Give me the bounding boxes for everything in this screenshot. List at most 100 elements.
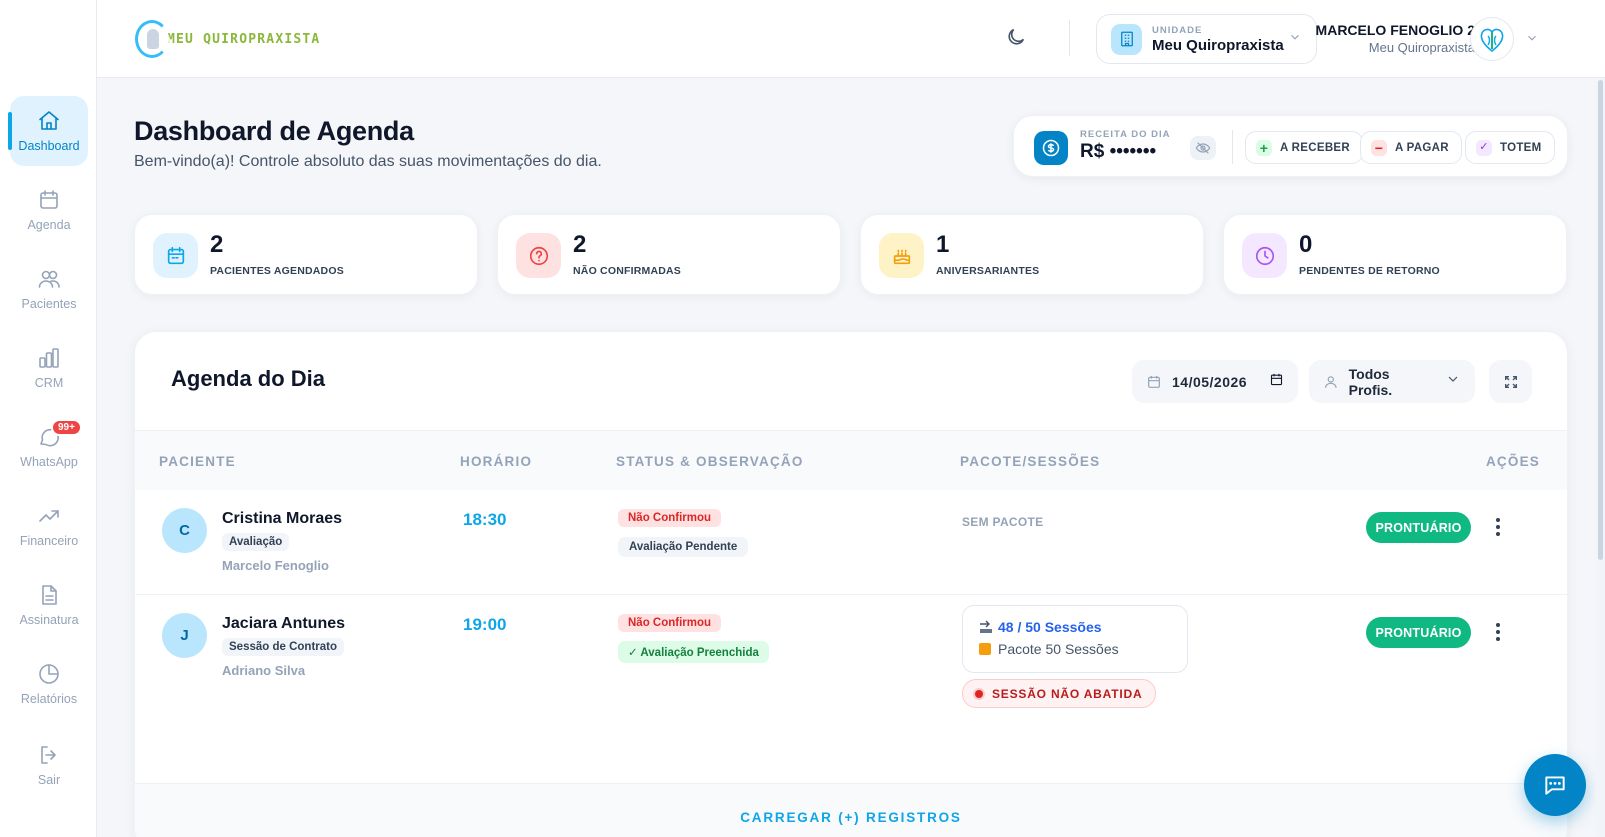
sidebar-item-agenda[interactable]: Agenda — [10, 175, 88, 245]
patient-name[interactable]: Jaciara Antunes — [222, 615, 345, 633]
receive-label: A RECEBER — [1280, 141, 1351, 154]
clock-icon — [1242, 233, 1287, 278]
sidebar-item-relatorios[interactable]: Relatórios — [10, 649, 88, 719]
chevron-down-icon[interactable] — [1525, 31, 1539, 50]
unit-label: UNIDADE — [1152, 24, 1203, 36]
cake-icon — [879, 233, 924, 278]
session-warning-badge: SESSÃO NÃO ABATIDA — [962, 679, 1157, 708]
package-box-icon — [979, 643, 991, 655]
check-circle-icon: ✓ — [1476, 139, 1492, 156]
expand-icon — [1504, 375, 1517, 388]
stat-label: ANIVERSARIANTES — [936, 265, 1040, 277]
column-header-actions: AÇÕES — [1485, 454, 1540, 469]
revenue-label: RECEITA DO DIA — [1080, 129, 1171, 140]
appointment-time: 18:30 — [463, 510, 507, 529]
expand-button[interactable] — [1489, 360, 1532, 403]
professional-name: Adriano Silva — [222, 663, 306, 678]
sidebar-item-pacientes[interactable]: Pacientes — [10, 254, 88, 324]
logout-icon — [41, 746, 56, 764]
stat-label: NÃO CONFIRMADAS — [573, 265, 681, 277]
package-name: Pacote 50 Sessões — [998, 641, 1119, 657]
sidebar-item-label: CRM — [34, 376, 64, 390]
session-warning-label: SESSÃO NÃO ABATIDA — [992, 686, 1143, 701]
table-row[interactable]: J Jaciara Antunes Sessão de Contrato Adr… — [135, 595, 1567, 783]
document-icon — [42, 585, 57, 605]
load-more-button[interactable]: CARREGAR (+) REGISTROS — [135, 810, 1567, 825]
sidebar-item-financeiro[interactable]: Financeiro — [10, 491, 88, 561]
page-title: Dashboard de Agenda — [134, 116, 414, 146]
logo-icon — [135, 20, 169, 58]
building-icon — [1111, 23, 1142, 55]
stat-value: 2 — [573, 231, 587, 258]
chevron-down-icon — [1288, 30, 1302, 49]
avatar[interactable] — [1470, 17, 1514, 61]
calendar-icon — [153, 233, 198, 278]
prontuario-button[interactable]: PRONTUÁRIO — [1366, 512, 1471, 543]
prontuario-button[interactable]: PRONTUÁRIO — [1366, 617, 1471, 648]
date-value: 14/05/2026 — [1172, 373, 1248, 390]
professional-filter[interactable]: Todos Profis. — [1309, 360, 1475, 403]
chat-icon — [1545, 776, 1565, 795]
more-options-icon[interactable] — [1490, 620, 1506, 644]
sidebar-item-sair[interactable]: Sair — [10, 730, 88, 800]
user-icon — [1325, 375, 1337, 388]
unit-selector[interactable]: UNIDADE Meu Quiropraxista — [1096, 14, 1317, 64]
scrollbar-thumb[interactable] — [1598, 80, 1603, 560]
load-more-bar: CARREGAR (+) REGISTROS — [135, 783, 1567, 837]
status-badge: Não Confirmou — [618, 509, 722, 527]
page-subtitle: Bem-vindo(a)! Controle absoluto das suas… — [134, 153, 602, 170]
observation-badge: Avaliação Pendente — [618, 537, 749, 557]
package-card[interactable]: 48 / 50 Sessões Pacote 50 Sessões — [962, 605, 1188, 673]
appointment-type: Avaliação — [222, 533, 290, 551]
pay-button[interactable]: − A PAGAR — [1360, 131, 1462, 164]
unit-name: Meu Quiropraxista — [1152, 36, 1284, 54]
stat-value: 1 — [936, 231, 950, 258]
sidebar-item-dashboard[interactable]: Dashboard — [8, 96, 88, 166]
observation-badge: ✓ Avaliação Preenchida — [618, 641, 769, 663]
stat-card-unconfirmed[interactable]: 2 NÃO CONFIRMADAS — [497, 214, 841, 295]
dark-mode-toggle[interactable] — [1005, 26, 1029, 50]
table-header: PACIENTE HORÁRIO STATUS & OBSERVAÇÃO PAC… — [135, 430, 1567, 490]
professional-filter-value: Todos Profis. — [1348, 365, 1393, 398]
stat-label: PENDENTES DE RETORNO — [1299, 265, 1440, 277]
more-options-icon[interactable] — [1490, 515, 1506, 539]
pie-chart-icon — [39, 664, 59, 684]
spine-logo-icon — [1480, 28, 1504, 53]
sidebar-item-whatsapp[interactable]: WhatsApp 99+ — [10, 412, 88, 482]
sidebar: Dashboard Agenda Pacientes CRM WhatsApp … — [0, 0, 97, 837]
column-header-status: STATUS & OBSERVAÇÃO — [616, 454, 804, 469]
sidebar-item-crm[interactable]: CRM — [10, 333, 88, 403]
appointment-type: Sessão de Contrato — [222, 638, 344, 656]
stat-card-birthdays[interactable]: 1 ANIVERSARIANTES — [860, 214, 1204, 295]
date-picker[interactable]: 14/05/2026 — [1132, 360, 1298, 403]
stat-card-scheduled[interactable]: 2 PACIENTES AGENDADOS — [134, 214, 478, 295]
stat-value: 0 — [1299, 231, 1313, 258]
sidebar-item-label: Dashboard — [18, 139, 80, 153]
totem-button[interactable]: ✓ TOTEM — [1465, 131, 1555, 164]
calendar-picker-icon[interactable] — [1269, 372, 1284, 392]
sidebar-item-label: Relatórios — [20, 692, 78, 706]
patient-name[interactable]: Cristina Moraes — [222, 510, 342, 528]
sidebar-item-label: Assinatura — [19, 613, 79, 627]
user-info[interactable]: MARCELO FENOGLIO 2 Meu Quiropraxista — [1316, 22, 1475, 55]
column-header-package: PACOTE/SESSÕES — [960, 454, 1101, 469]
app-logo[interactable]: MEU QUIROPRAXISTA — [135, 20, 320, 58]
minus-icon: − — [1371, 139, 1387, 156]
chat-support-button[interactable] — [1524, 754, 1586, 816]
sidebar-item-assinatura[interactable]: Assinatura — [10, 570, 88, 640]
sessions-icon — [980, 620, 992, 633]
notification-badge: 99+ — [51, 419, 82, 436]
sidebar-item-label: Pacientes — [21, 297, 77, 311]
package-status: SEM PACOTE — [962, 515, 1044, 529]
table-row[interactable]: C Cristina Moraes Avaliação Marcelo Feno… — [135, 490, 1567, 595]
moon-icon — [1008, 28, 1025, 45]
sidebar-item-label: Agenda — [27, 218, 71, 232]
question-circle-icon — [516, 233, 561, 278]
toggle-visibility-button[interactable] — [1190, 136, 1216, 160]
sidebar-item-label: Financeiro — [19, 534, 79, 548]
stat-card-pending-return[interactable]: 0 PENDENTES DE RETORNO — [1223, 214, 1567, 295]
calendar-icon — [1148, 375, 1160, 388]
agenda-title: Agenda do Dia — [171, 366, 326, 391]
plus-icon: + — [1256, 139, 1272, 156]
receive-button[interactable]: + A RECEBER — [1245, 131, 1364, 164]
